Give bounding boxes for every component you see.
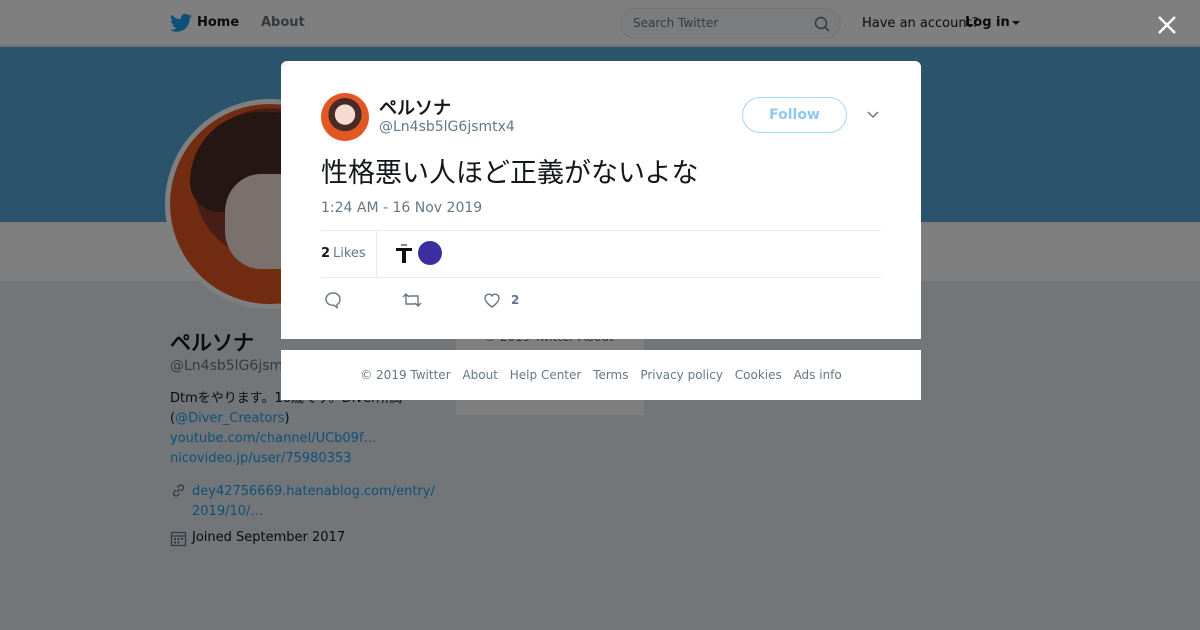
divider bbox=[376, 231, 377, 277]
retweet-icon[interactable] bbox=[402, 291, 422, 309]
tweet-author-handle[interactable]: @Ln4sb5lG6jsmtx4 bbox=[379, 119, 515, 135]
divider bbox=[321, 277, 881, 278]
footer-links: © 2019 Twitter About Help Center Terms P… bbox=[281, 368, 921, 382]
tweet-timestamp[interactable]: 1:24 AM - 16 Nov 2019 bbox=[321, 200, 482, 216]
liker-avatar[interactable] bbox=[393, 242, 415, 266]
liker-avatar[interactable] bbox=[418, 241, 442, 265]
like-action-count[interactable]: 2 bbox=[511, 293, 519, 307]
footer-link-help-center[interactable]: Help Center bbox=[510, 368, 582, 382]
footer-link-about[interactable]: About bbox=[462, 368, 497, 382]
tweet-text: 性格悪い人ほど正義がないよな bbox=[321, 158, 699, 189]
tweet-author-name[interactable]: ペルソナ bbox=[379, 94, 451, 120]
tweet-modal: ペルソナ @Ln4sb5lG6jsmtx4 Follow 性格悪い人ほど正義がな… bbox=[281, 61, 921, 339]
divider bbox=[321, 230, 881, 231]
heart-icon[interactable] bbox=[483, 291, 501, 309]
footer-link-cookies[interactable]: Cookies bbox=[735, 368, 782, 382]
reply-icon[interactable] bbox=[324, 291, 342, 309]
close-icon[interactable] bbox=[1155, 13, 1179, 37]
footer-link-ads-info[interactable]: Ads info bbox=[794, 368, 842, 382]
footer-link-privacy[interactable]: Privacy policy bbox=[640, 368, 723, 382]
footer-link-terms[interactable]: Terms bbox=[593, 368, 628, 382]
chevron-down-icon[interactable] bbox=[866, 108, 880, 122]
likes-label[interactable]: Likes bbox=[333, 246, 366, 261]
modal-footer: © 2019 Twitter About Help Center Terms P… bbox=[281, 350, 921, 400]
tweet-author-avatar[interactable] bbox=[321, 93, 369, 141]
follow-button[interactable]: Follow bbox=[742, 97, 847, 133]
footer-copyright: © 2019 Twitter bbox=[360, 368, 451, 382]
likes-count[interactable]: 2 bbox=[321, 246, 330, 261]
